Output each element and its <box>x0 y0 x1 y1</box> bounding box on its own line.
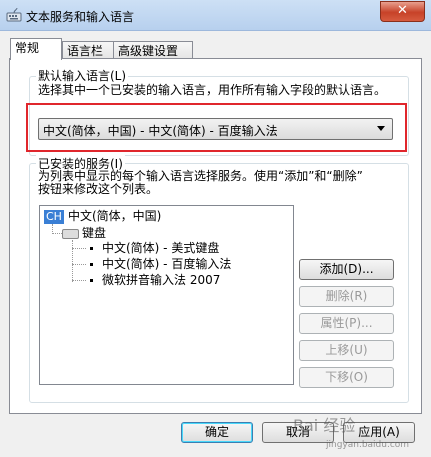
default-language-dropdown[interactable]: 中文(简体，中国) - 中文(简体) - 百度输入法 <box>38 118 393 140</box>
tree-item-baidu-ime[interactable]: 中文(简体) - 百度输入法 <box>102 257 231 271</box>
tree-item-us-keyboard[interactable]: 中文(简体) - 美式键盘 <box>102 241 219 255</box>
tree-connector <box>72 264 86 265</box>
keyboard-icon <box>62 228 79 239</box>
tree-connector <box>52 233 62 234</box>
tree-connector <box>72 248 86 249</box>
bullet-icon <box>90 279 93 282</box>
tree-node-keyboard[interactable]: 键盘 <box>62 226 106 240</box>
chevron-down-icon <box>377 126 385 131</box>
default-language-selected-value: 中文(简体，中国) - 中文(简体) - 百度输入法 <box>43 124 278 138</box>
ok-button[interactable]: 确定 <box>181 422 253 443</box>
tree-node-language[interactable]: CH 中文(简体，中国) <box>44 209 161 224</box>
default-language-group-title: 默认输入语言(L) <box>36 67 129 84</box>
default-language-description: 选择其中一个已安装的输入语言，用作所有输入字段的默认语言。 <box>38 83 387 97</box>
bullet-icon <box>90 263 93 266</box>
remove-button[interactable]: 删除(R) <box>299 286 394 307</box>
tree-keyboard-label: 键盘 <box>82 226 107 240</box>
window-title: 文本服务和输入语言 <box>26 10 135 24</box>
move-down-button[interactable]: 下移(O) <box>299 367 394 388</box>
installed-services-description-line2: 按钮来修改这个列表。 <box>38 182 159 196</box>
tree-connector <box>72 280 86 281</box>
title-bar[interactable]: 文本服务和输入语言 ✕ <box>0 0 431 31</box>
tree-language-label: 中文(简体，中国) <box>67 209 162 223</box>
tree-connector <box>72 240 73 282</box>
tab-general[interactable]: 常规 <box>10 38 62 60</box>
installed-services-tree[interactable]: CH 中文(简体，中国) 键盘 中文(简体) - 美式键盘 中文(简体) - 百度… <box>39 205 294 385</box>
move-up-button[interactable]: 上移(U) <box>299 340 394 361</box>
language-badge: CH <box>44 210 64 224</box>
close-icon: ✕ <box>397 3 408 18</box>
watermark-text: Bai 经验 <box>293 416 356 435</box>
tree-item-ms-pinyin[interactable]: 微软拼音输入法 2007 <box>102 273 220 287</box>
properties-button[interactable]: 属性(P)... <box>299 313 394 334</box>
keyboard-app-icon <box>6 7 22 22</box>
close-button[interactable]: ✕ <box>380 1 425 22</box>
add-button[interactable]: 添加(D)... <box>299 259 394 280</box>
bullet-icon <box>90 247 93 250</box>
watermark-url: jingyan.baidu.com <box>326 440 410 450</box>
dialog-window: 文本服务和输入语言 ✕ 常规 语言栏 高级键设置 默认输入语言(L) 选择其中一… <box>0 0 431 457</box>
